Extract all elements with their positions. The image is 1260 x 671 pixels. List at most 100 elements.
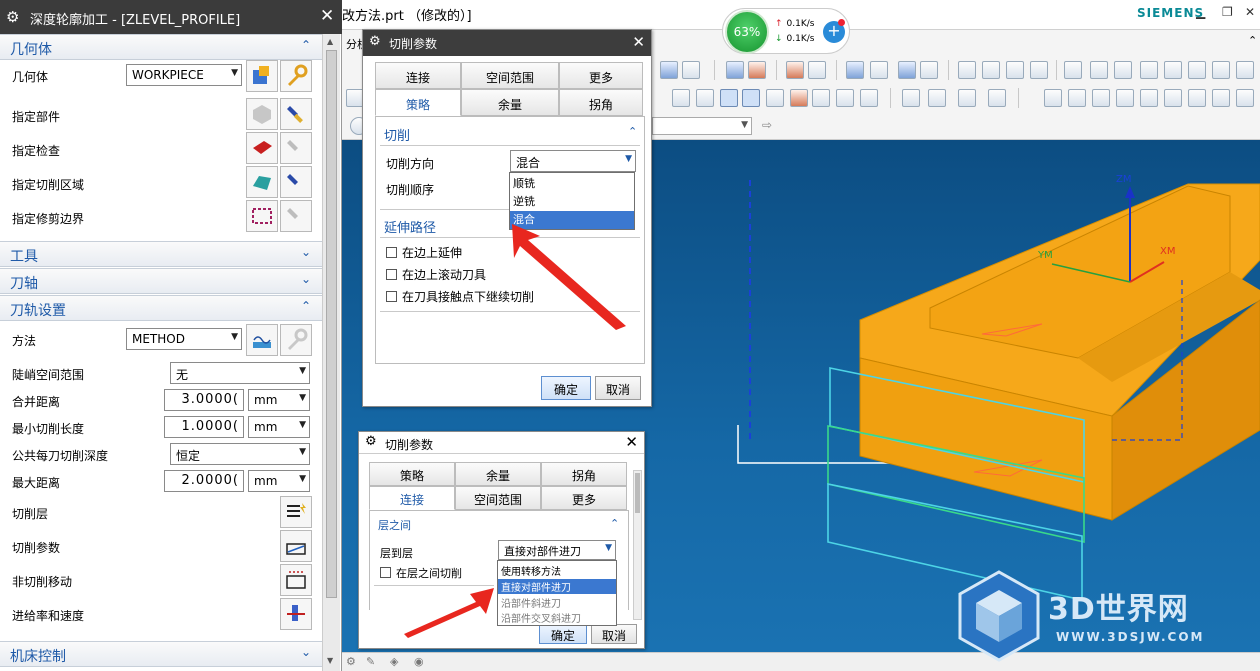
- tool-icon-12[interactable]: [982, 61, 1000, 79]
- tool-icon-36[interactable]: [988, 89, 1006, 107]
- ok-button[interactable]: 确定: [541, 376, 591, 400]
- tool-icon-17[interactable]: [1114, 61, 1132, 79]
- chevron-up-icon[interactable]: ⌃: [628, 125, 637, 138]
- tool-icon-30[interactable]: [812, 89, 830, 107]
- tool-icon-21[interactable]: [1212, 61, 1230, 79]
- specify-check-button[interactable]: [246, 132, 278, 164]
- tab-corner[interactable]: 拐角: [541, 462, 627, 486]
- tool-icon-42[interactable]: [1164, 89, 1182, 107]
- tool-icon-40[interactable]: [1116, 89, 1134, 107]
- tab-spatial-range[interactable]: 空间范围: [455, 486, 541, 510]
- depth-select[interactable]: 恒定 ▼: [170, 443, 310, 465]
- point-icon[interactable]: ✎: [366, 655, 375, 668]
- section-geometry[interactable]: 几何体 ⌃: [0, 34, 322, 60]
- restore-icon[interactable]: ❐: [1222, 5, 1233, 19]
- tool-icon-43[interactable]: [1188, 89, 1206, 107]
- option-mixed[interactable]: 混合: [510, 211, 634, 229]
- cut-direction-select[interactable]: 混合 ▼: [510, 150, 636, 172]
- tab-connect[interactable]: 连接: [375, 62, 461, 89]
- close-icon[interactable]: ✕: [632, 33, 645, 51]
- section-tool-axis[interactable]: 刀轴 ⌄: [0, 268, 322, 294]
- min-cut-length-input[interactable]: 1.0000(: [164, 416, 244, 438]
- tool-icon-24[interactable]: [672, 89, 690, 107]
- display-trim-button[interactable]: [280, 200, 312, 232]
- specify-part-button[interactable]: [246, 98, 278, 130]
- tool-icon-32[interactable]: [860, 89, 878, 107]
- section-path-settings[interactable]: 刀轨设置 ⌃: [0, 295, 322, 321]
- tool-icon-1[interactable]: [660, 61, 678, 79]
- tool-icon-19[interactable]: [1164, 61, 1182, 79]
- cutting-parameters-button[interactable]: [280, 530, 312, 562]
- geometry-select[interactable]: WORKPIECE ▼: [126, 64, 242, 86]
- section-tools[interactable]: 工具 ⌄: [0, 241, 322, 267]
- tool-icon-6[interactable]: [808, 61, 826, 79]
- tool-icon-11[interactable]: [958, 61, 976, 79]
- maxdist-unit-select[interactable]: mm ▼: [248, 470, 310, 492]
- tool-icon-31[interactable]: [836, 89, 854, 107]
- specify-trim-button[interactable]: [246, 200, 278, 232]
- display-part-button[interactable]: [280, 98, 312, 130]
- section-machine-control[interactable]: 机床控制 ⌄: [0, 641, 322, 667]
- display-cut-area-button[interactable]: [280, 166, 312, 198]
- minlen-unit-select[interactable]: mm ▼: [248, 416, 310, 438]
- new-geometry-button[interactable]: [246, 60, 278, 92]
- cut-between-layers-checkbox[interactable]: 在层之间切削: [380, 565, 462, 581]
- tool-icon-28[interactable]: [766, 89, 784, 107]
- option-cross-ramp[interactable]: 沿部件交叉斜进刀: [498, 610, 616, 625]
- close-icon[interactable]: ✕: [320, 6, 334, 26]
- arrow-right-icon[interactable]: ⇨: [762, 118, 772, 132]
- tool-icon-5[interactable]: [786, 61, 804, 79]
- tool-icon-3[interactable]: [726, 61, 744, 79]
- option-ramp-on-part[interactable]: 沿部件斜进刀: [498, 595, 616, 610]
- tool-icon-44[interactable]: [1212, 89, 1230, 107]
- render-icon[interactable]: ◉: [414, 655, 424, 668]
- cancel-button[interactable]: 取消: [591, 624, 637, 644]
- close-icon[interactable]: ✕: [1245, 5, 1255, 19]
- selection-filter-combo[interactable]: ▼: [652, 117, 752, 135]
- feeds-speeds-button[interactable]: [280, 598, 312, 630]
- cancel-button[interactable]: 取消: [595, 376, 641, 400]
- panel-scrollbar[interactable]: ▲ ▼: [322, 34, 340, 671]
- tool-icon-14[interactable]: [1030, 61, 1048, 79]
- specify-cut-area-button[interactable]: [246, 166, 278, 198]
- tool-icon-34[interactable]: [928, 89, 946, 107]
- tool-icon-9[interactable]: [898, 61, 916, 79]
- tab-more[interactable]: 更多: [559, 62, 643, 89]
- tool-icon-41[interactable]: [1140, 89, 1158, 107]
- close-icon[interactable]: ✕: [625, 433, 638, 451]
- new-method-button[interactable]: [246, 324, 278, 356]
- tool-icon-4[interactable]: [748, 61, 766, 79]
- edit-geometry-button[interactable]: [280, 60, 312, 92]
- ok-button[interactable]: 确定: [539, 624, 587, 644]
- minimize-icon[interactable]: ▁: [1196, 5, 1205, 19]
- tool-icon-27[interactable]: [742, 89, 760, 107]
- tool-icon-26[interactable]: [720, 89, 738, 107]
- option-direct-to-part[interactable]: 直接对部件进刀: [498, 579, 616, 594]
- chevron-up-icon[interactable]: ⌃: [1248, 34, 1258, 52]
- tool-icon-15[interactable]: [1064, 61, 1082, 79]
- tool-icon-37[interactable]: [1044, 89, 1062, 107]
- tab-strategy[interactable]: 策略: [369, 462, 455, 486]
- tool-icon-7[interactable]: [846, 61, 864, 79]
- extend-at-edges-checkbox[interactable]: 在边上延伸: [386, 244, 462, 261]
- max-distance-input[interactable]: 2.0000(: [164, 470, 244, 492]
- performance-widget[interactable]: 63% ↑ 0.1K/s ↓ 0.1K/s +: [722, 8, 850, 54]
- tool-icon-2[interactable]: [682, 61, 700, 79]
- cut-levels-button[interactable]: [280, 496, 312, 528]
- merge-distance-input[interactable]: 3.0000(: [164, 389, 244, 411]
- tab-connect[interactable]: 连接: [369, 486, 455, 510]
- option-climb[interactable]: 顺铣: [510, 175, 634, 191]
- tool-icon-13[interactable]: [1006, 61, 1024, 79]
- option-use-transfer[interactable]: 使用转移方法: [498, 563, 616, 578]
- option-conventional[interactable]: 逆铣: [510, 193, 634, 209]
- tool-icon-22[interactable]: [1236, 61, 1254, 79]
- tab-stock[interactable]: 余量: [461, 89, 559, 116]
- layer-to-layer-select[interactable]: 直接对部件进刀 ▼: [498, 540, 616, 560]
- tool-icon-8[interactable]: [870, 61, 888, 79]
- continue-cut-checkbox[interactable]: 在刀具接触点下继续切削: [386, 288, 534, 305]
- tool-icon-39[interactable]: [1092, 89, 1110, 107]
- tool-icon-45[interactable]: [1236, 89, 1254, 107]
- scroll-thumb[interactable]: [326, 50, 337, 598]
- edit-method-button[interactable]: [280, 324, 312, 356]
- tool-icon-18[interactable]: [1140, 61, 1158, 79]
